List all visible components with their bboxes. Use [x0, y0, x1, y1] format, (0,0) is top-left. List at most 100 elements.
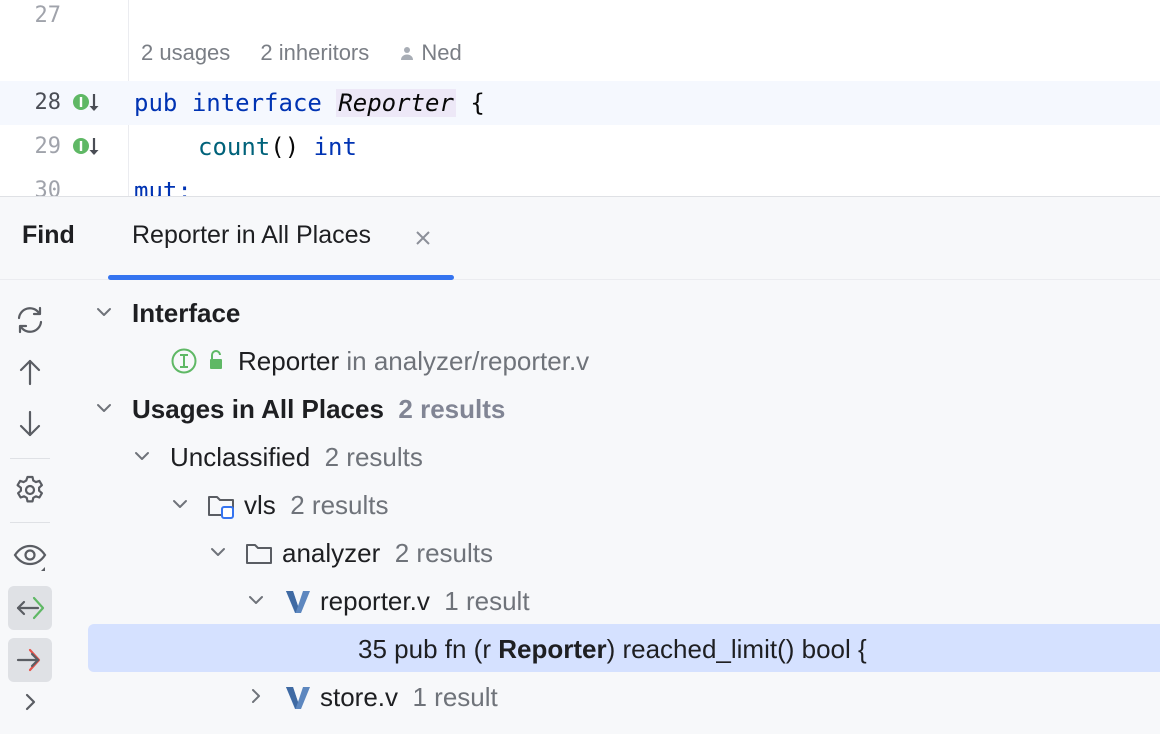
person-icon	[401, 47, 414, 60]
tree-node-unclassified[interactable]: Unclassified 2 results	[88, 432, 1160, 480]
interface-name: Reporter	[336, 89, 456, 117]
result-count: 2 results	[398, 394, 506, 424]
node-label: vls 2 results	[244, 490, 389, 521]
toolbar-separator	[10, 522, 50, 523]
result-count: 2 results	[324, 442, 423, 472]
node-label: Unclassified 2 results	[170, 442, 423, 473]
parens: ()	[270, 133, 300, 161]
editor-line-30[interactable]: 30 mut:	[0, 169, 1160, 196]
inheritors-hint[interactable]: 2 inheritors	[260, 40, 369, 65]
file-name: reporter.v	[320, 586, 430, 616]
gear-icon	[16, 475, 43, 503]
brace: {	[470, 89, 485, 117]
show-read-access-button[interactable]	[8, 586, 52, 630]
node-label: analyzer 2 results	[282, 538, 493, 569]
item-label: Reporter in analyzer/reporter.v	[238, 346, 589, 377]
interface-icon	[171, 348, 197, 374]
settings-button[interactable]	[8, 468, 52, 512]
code-line: pub interface Reporter {	[134, 81, 485, 125]
group-label: Usages in All Places 2 results	[132, 394, 505, 425]
toolbar-separator	[10, 458, 50, 459]
group-name: Usages in All Places	[132, 394, 384, 424]
author-name: Ned	[421, 40, 462, 65]
tree-node-interface-reporter[interactable]: Reporter in analyzer/reporter.v	[88, 336, 1160, 384]
tab-label: Reporter in All Places	[132, 221, 372, 249]
tool-window-title: Find	[22, 221, 75, 249]
method-name: count	[198, 133, 271, 161]
chevron-right-icon[interactable]	[246, 686, 266, 706]
editor-line-27: 27	[0, 0, 1160, 38]
keyword: interface	[191, 89, 322, 117]
rerun-icon	[17, 306, 43, 334]
folder-icon	[246, 544, 272, 564]
tree-node-interface-group[interactable]: Interface	[88, 288, 1160, 336]
type-name: int	[313, 133, 357, 161]
tree-node-analyzer[interactable]: analyzer 2 results	[88, 528, 1160, 576]
tree-node-store-file[interactable]: store.v 1 result	[88, 672, 1160, 720]
file-name: store.v	[320, 682, 399, 712]
usage-match: Reporter	[498, 634, 607, 664]
code-line: count() int	[198, 125, 357, 169]
group-label: Interface	[132, 298, 241, 328]
code-editor[interactable]: 27 2 usages 2 inheritors Ned 28 pub inte…	[0, 0, 1160, 196]
implemented-gutter-icon[interactable]	[70, 88, 100, 118]
tree-node-usages-group[interactable]: Usages in All Places 2 results	[88, 384, 1160, 432]
line-number: 27	[34, 3, 62, 28]
result-count: 2 results	[394, 538, 493, 568]
rerun-button[interactable]	[8, 298, 52, 342]
interface-name: Reporter	[238, 346, 340, 376]
read-access-icon	[16, 596, 45, 620]
close-icon[interactable]	[412, 227, 434, 249]
line-number: 28	[34, 90, 62, 115]
module-folder-icon	[208, 496, 234, 519]
usage-text: 35 pub fn (r Reporter) reached_limit() b…	[358, 634, 867, 665]
tree-node-usage-line[interactable]: 35 pub fn (r Reporter) reached_limit() b…	[88, 624, 1160, 672]
preview-button[interactable]	[8, 534, 52, 578]
chevron-down-icon[interactable]	[246, 590, 266, 610]
tree-node-reporter-file[interactable]: reporter.v 1 result	[88, 576, 1160, 624]
chevron-down-icon[interactable]	[170, 494, 190, 514]
chevron-down-icon[interactable]	[94, 398, 114, 418]
node-name: Unclassified	[170, 442, 311, 472]
tab-reporter-in-all-places[interactable]: Reporter in All Places	[108, 197, 454, 280]
implemented-gutter-icon[interactable]	[70, 132, 100, 162]
tree-node-vls[interactable]: vls 2 results	[88, 480, 1160, 528]
item-location: in analyzer/reporter.v	[346, 346, 590, 376]
usages-hint[interactable]: 2 usages	[141, 40, 230, 65]
write-access-icon	[16, 648, 41, 672]
result-count: 2 results	[290, 490, 389, 520]
author-hint[interactable]: Ned	[399, 40, 462, 65]
chevron-right-icon	[25, 693, 36, 711]
usage-prefix: 35 pub fn (r	[358, 634, 499, 664]
chevron-down-icon[interactable]	[132, 446, 152, 466]
usage-suffix: ) reached_limit() bool {	[606, 634, 867, 664]
result-count: 1 result	[412, 682, 498, 712]
more-actions-button[interactable]	[8, 680, 52, 724]
result-count: 1 result	[444, 586, 530, 616]
node-name: analyzer	[282, 538, 381, 568]
public-lock-icon	[210, 350, 222, 369]
show-write-access-button[interactable]	[8, 638, 52, 682]
node-label: store.v 1 result	[320, 682, 498, 713]
editor-line-29[interactable]: 29 count() int	[0, 125, 1160, 169]
line-number: 29	[34, 134, 62, 159]
code-line: mut:	[134, 177, 192, 196]
code-vision-hints: 2 usages 2 inheritors Ned	[141, 40, 486, 66]
previous-occurrence-button[interactable]	[8, 350, 52, 394]
next-occurrence-button[interactable]	[8, 402, 52, 446]
find-toolbar	[0, 280, 60, 734]
find-results-tree[interactable]: Interface Reporter in analyzer/reporter.…	[60, 280, 1160, 734]
line-number: 30	[34, 178, 62, 196]
chevron-down-icon[interactable]	[94, 302, 114, 322]
find-tool-window-header: Find Reporter in All Places	[0, 197, 1160, 280]
node-name: vls	[244, 490, 276, 520]
arrow-down-icon	[19, 410, 41, 437]
keyword: pub	[134, 89, 178, 117]
editor-line-28[interactable]: 28 pub interface Reporter {	[0, 81, 1160, 125]
arrow-up-icon	[19, 359, 41, 386]
chevron-down-icon[interactable]	[208, 542, 228, 562]
v-file-icon	[286, 687, 310, 709]
v-file-icon	[286, 591, 310, 613]
eye-icon	[13, 544, 47, 571]
node-label: reporter.v 1 result	[320, 586, 530, 617]
